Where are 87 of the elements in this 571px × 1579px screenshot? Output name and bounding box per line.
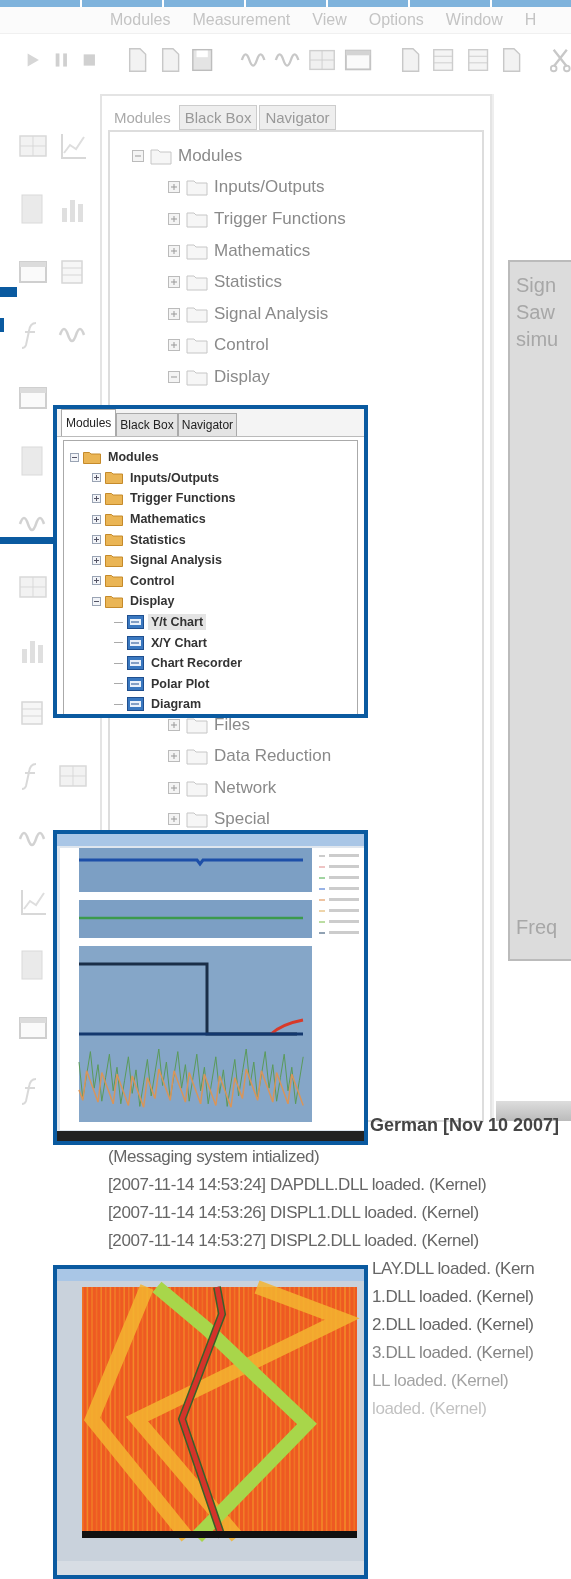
tree-item[interactable]: Chart Recorder xyxy=(148,655,245,672)
window-icon[interactable] xyxy=(344,47,373,73)
tree-item[interactable]: Statistics xyxy=(214,272,283,293)
folder-icon xyxy=(186,210,208,228)
folder-icon xyxy=(186,178,208,197)
folder-icon xyxy=(105,553,123,567)
log-line: loaded. (Kernel) xyxy=(371,1399,488,1420)
chart-module-icon xyxy=(127,656,144,671)
tree-item[interactable]: Files xyxy=(214,714,250,735)
folder-icon xyxy=(186,778,208,797)
tree-item[interactable]: Mathematics xyxy=(214,240,311,261)
folder-icon xyxy=(186,747,208,766)
tree-item[interactable]: Inputs/Outputs xyxy=(214,177,325,198)
folder-icon xyxy=(186,367,208,386)
folder-icon xyxy=(105,594,123,608)
log-line: 3.DLL loaded. (Kernel) xyxy=(371,1343,535,1364)
tree-item[interactable]: Diagram xyxy=(148,696,205,713)
tree-item[interactable]: Signal Analysis xyxy=(214,303,329,324)
tree-item[interactable]: Trigger Functions xyxy=(127,490,239,507)
folder-icon xyxy=(105,512,123,526)
log-line: LAY.DLL loaded. (Kern xyxy=(371,1259,536,1280)
tab[interactable]: Navigator xyxy=(259,105,336,130)
chart-module-icon xyxy=(127,635,144,650)
expand-icon[interactable] xyxy=(92,494,101,503)
tab[interactable]: Black Box xyxy=(116,413,178,436)
grid-icon[interactable] xyxy=(18,132,48,159)
folder-icon xyxy=(186,241,208,260)
tab[interactable]: Navigator xyxy=(177,413,238,436)
tab[interactable]: Modules xyxy=(61,409,117,436)
folder-icon xyxy=(186,304,208,323)
log-line: LL loaded. (Kernel) xyxy=(371,1371,510,1392)
log-line: [2007-11-14 14:53:27] DISPL2.DLL loaded. (Kernel) xyxy=(108,1231,480,1252)
log-line: 1.DLL loaded. (Kernel) xyxy=(371,1287,535,1308)
log-line: [2007-11-14 14:53:24] DAPDLL.DLL loaded. (Kernel) xyxy=(108,1175,488,1196)
expand-icon[interactable] xyxy=(92,514,101,524)
block-icon[interactable] xyxy=(18,192,46,225)
tree-item[interactable]: Inputs/Outputs xyxy=(127,469,222,486)
folder-icon xyxy=(105,471,123,485)
tree-item[interactable]: X/Y Chart xyxy=(148,634,211,651)
folder-icon xyxy=(150,146,172,165)
tree-item[interactable]: Control xyxy=(214,335,269,356)
log-line: (Messaging system intialized) xyxy=(108,1147,321,1168)
expand-icon[interactable] xyxy=(92,576,101,586)
tree-item[interactable]: Y/t Chart xyxy=(148,614,207,631)
tree-item[interactable]: Modules xyxy=(105,449,162,466)
folder-icon xyxy=(105,574,123,588)
tree-item[interactable]: Data Reduction xyxy=(214,746,332,767)
tree-item[interactable]: Polar Plot xyxy=(148,675,213,692)
folder-icon xyxy=(186,273,208,292)
block-icon[interactable] xyxy=(18,444,46,477)
chart-module-icon xyxy=(127,697,144,712)
window-icon[interactable] xyxy=(18,258,48,285)
folder-icon xyxy=(105,533,123,547)
grid-icon[interactable] xyxy=(18,573,48,600)
block-icon[interactable] xyxy=(18,948,46,981)
expand-icon[interactable] xyxy=(92,555,101,565)
grid-icon[interactable] xyxy=(58,762,88,789)
expand-icon[interactable] xyxy=(92,535,101,545)
tree-item[interactable]: Control xyxy=(127,572,178,589)
collapse-icon[interactable] xyxy=(92,596,101,606)
chart-module-icon xyxy=(127,676,144,691)
tab[interactable]: Black Box xyxy=(178,105,258,130)
tree-item[interactable]: Trigger Functions xyxy=(214,209,346,229)
tree-item[interactable]: Special xyxy=(214,809,270,830)
collapse-icon[interactable] xyxy=(70,452,79,462)
grid-icon[interactable] xyxy=(308,47,337,73)
chart-module-icon xyxy=(127,615,144,630)
folder-icon xyxy=(83,450,101,464)
window-icon[interactable] xyxy=(18,1014,48,1041)
tree-item[interactable]: Modules xyxy=(178,145,243,166)
tree-item[interactable]: Network xyxy=(214,777,277,798)
scissors-icon[interactable] xyxy=(548,46,571,74)
tree-item[interactable]: Signal Analysis xyxy=(127,552,225,569)
save-icon[interactable] xyxy=(190,46,215,74)
tree-item[interactable]: Statistics xyxy=(127,531,189,548)
log-header: German [Nov 10 2007] xyxy=(370,1115,560,1137)
tree-item[interactable]: Display xyxy=(214,366,270,387)
log-line: 2.DLL loaded. (Kernel) xyxy=(371,1315,535,1336)
window-icon[interactable] xyxy=(18,384,48,411)
table-icon[interactable] xyxy=(58,257,86,286)
tree-item[interactable]: Display xyxy=(127,593,178,610)
tree-item[interactable]: Mathematics xyxy=(127,511,209,528)
folder-icon xyxy=(105,492,123,505)
folder-icon xyxy=(186,336,208,355)
table-icon[interactable] xyxy=(18,698,46,727)
expand-icon[interactable] xyxy=(92,473,101,483)
log-line: [2007-11-14 14:53:26] DISPL1.DLL loaded. (Kernel) xyxy=(108,1203,480,1224)
